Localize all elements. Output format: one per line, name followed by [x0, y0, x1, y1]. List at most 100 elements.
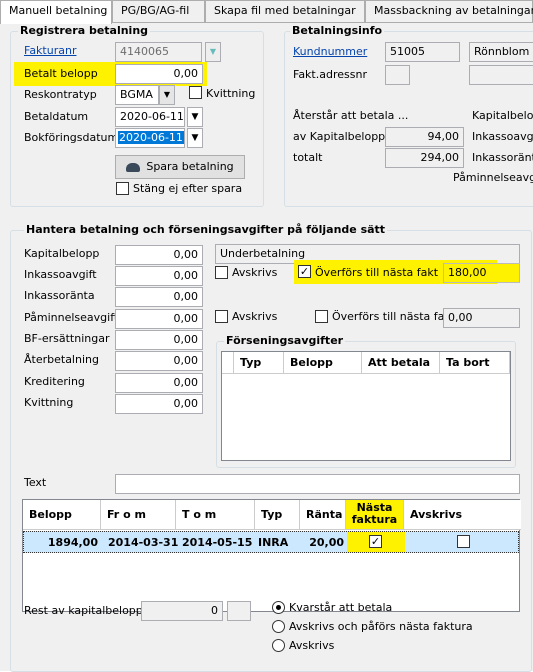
forsening-table[interactable]: Typ Belopp Att betala Ta bort	[221, 351, 511, 461]
info-paminnelseavgift-label: Påminnelseavgi	[453, 171, 533, 184]
av-kapitalbelopp-label: av Kapitalbelopp	[293, 130, 386, 143]
forsening-col-ta-bort[interactable]: Ta bort	[440, 352, 510, 374]
overfors-value[interactable]: 180,00	[443, 263, 520, 283]
grid-col-typ[interactable]: Typ	[255, 500, 300, 530]
row-from: 2014-03-31	[108, 536, 179, 549]
avskrivs2-checkbox[interactable]	[215, 310, 228, 323]
hantera-row-input[interactable]: 0,00	[115, 330, 203, 350]
betaldatum-dropdown-icon[interactable]: ▼	[187, 107, 203, 127]
avskrivs-checkbox[interactable]	[215, 266, 228, 279]
radio-avskrivs-pafors[interactable]	[272, 620, 285, 633]
bokforing-value: 2020-06-11	[118, 131, 184, 144]
hantera-row-input[interactable]: 0,00	[115, 394, 203, 414]
kvittning-label: Kvittning	[206, 87, 256, 100]
tab-pg-bg-ag-fil[interactable]: PG/BG/AG-fil	[112, 0, 205, 22]
tab-skapa-fil[interactable]: Skapa fil med betalningar	[205, 0, 365, 22]
bokforing-label: Bokföringsdatum	[24, 131, 119, 144]
grid-col-ranta[interactable]: Ränta	[300, 500, 346, 530]
hantera-row-label: Kreditering	[24, 375, 85, 388]
fakt-adressnr-field[interactable]	[385, 65, 410, 85]
fakt-adress-field[interactable]	[469, 65, 533, 85]
text-input[interactable]	[115, 474, 520, 494]
aterstar-label: Återstår att betala ...	[293, 109, 409, 122]
bokforing-dropdown-icon[interactable]: ▼	[187, 128, 203, 148]
register-title: Registrera betalning	[18, 24, 151, 37]
row-tom: 2014-05-15	[182, 536, 253, 549]
forsening-rowheader	[222, 352, 234, 374]
row-nasta-faktura-checkbox[interactable]: ✓	[369, 535, 382, 548]
info-inkassoavgift-label: Inkassoavgi	[472, 130, 533, 143]
grid-col-avskrivs[interactable]: Avskrivs	[404, 500, 521, 530]
forsening-col-typ[interactable]: Typ	[234, 352, 284, 374]
fakt-adressnr-label: Fakt.adressnr	[293, 68, 367, 81]
totalt-field[interactable]: 294,00	[385, 148, 464, 168]
hantera-row-label: Påminnelseavgift	[24, 311, 119, 324]
row-belopp: 1894,00	[47, 536, 98, 549]
totalt-label: totalt	[293, 151, 323, 164]
reskontra-select[interactable]: BGMA	[115, 85, 159, 105]
betaldatum-input[interactable]: 2020-06-11	[115, 107, 185, 127]
stang-checkbox[interactable]	[116, 182, 129, 195]
grid-col-from[interactable]: Fr o m	[101, 500, 176, 530]
radio-kvarstar[interactable]	[272, 601, 285, 614]
av-kapitalbelopp-field[interactable]: 94,00	[385, 127, 464, 147]
fakturanr-dropdown-icon[interactable]: ▼	[205, 42, 221, 62]
betaldatum-label: Betaldatum	[24, 110, 89, 123]
betalning-grid[interactable]: Belopp Fr o m T o m Typ Ränta Nästa fakt…	[22, 499, 521, 612]
forsening-col-belopp[interactable]: Belopp	[284, 352, 362, 374]
tab-massbackning[interactable]: Massbackning av betalningar	[365, 0, 533, 22]
hantera-row-input[interactable]: 0,00	[115, 245, 203, 265]
hantera-row-input[interactable]: 0,00	[115, 309, 203, 329]
overfors-label: Överförs till nästa fakt	[315, 266, 439, 279]
text-label: Text	[24, 476, 47, 489]
info-inkassoranta-label: Inkassoränt	[472, 151, 533, 164]
info-title: Betalningsinfo	[290, 24, 385, 37]
avskrivs-label: Avskrivs	[232, 266, 278, 279]
hantera-row-label: BF-ersättningar	[24, 332, 110, 345]
radio-avskrivs-pafors-label: Avskrivs och påförs nästa faktura	[289, 620, 473, 633]
grid-row-1[interactable]: 1894,00 2014-03-31 2014-05-15 INRA 20,00…	[23, 531, 519, 553]
overfors-checkbox[interactable]: ✓	[298, 265, 311, 278]
grid-col-tom[interactable]: T o m	[176, 500, 255, 530]
hantera-row-input[interactable]: 0,00	[115, 373, 203, 393]
rest-extra-field[interactable]	[227, 601, 251, 621]
hantera-row-label: Kvittning	[24, 396, 74, 409]
fakturanr-link[interactable]: Fakturanr	[24, 44, 76, 57]
row-typ: INRA	[258, 536, 289, 549]
forsening-col-att-betala[interactable]: Att betala	[362, 352, 440, 374]
hantera-row-label: Inkassoavgift	[24, 268, 97, 281]
grid-col-nasta-faktura[interactable]: Nästa faktura	[346, 500, 404, 530]
hantera-row-input[interactable]: 0,00	[115, 351, 203, 371]
overfors2-value[interactable]: 0,00	[443, 308, 520, 328]
overfors2-checkbox[interactable]	[315, 310, 328, 323]
spara-betalning-button[interactable]: Spara betalning	[115, 155, 245, 179]
bokforing-input[interactable]: 2020-06-11	[115, 128, 185, 148]
kundnummer-field[interactable]: 51005	[385, 42, 460, 62]
tab-manuell-betalning[interactable]: Manuell betalning	[0, 0, 112, 24]
fakturanr-field[interactable]: 4140065	[115, 42, 202, 62]
grid-col-belopp[interactable]: Belopp	[23, 500, 101, 530]
radio-kvarstar-label: Kvarstår att betala	[289, 601, 393, 614]
hantera-row-label: Kapitalbelopp	[24, 247, 100, 260]
kundnummer-link[interactable]: Kundnummer	[293, 45, 367, 58]
tab-panel: Registrera betalning Fakturanr 4140065 ▼…	[0, 22, 533, 672]
row-ranta: 20,00	[309, 536, 344, 549]
forsening-title: Förseningsavgifter	[224, 334, 346, 347]
avskrivs2-label: Avskrivs	[232, 310, 278, 323]
kvittning-checkbox[interactable]	[189, 86, 202, 99]
hantera-row-input[interactable]: 0,00	[115, 287, 203, 307]
reskontra-dropdown-icon[interactable]: ▼	[159, 85, 175, 105]
radio-avskrivs[interactable]	[272, 639, 285, 652]
stang-label: Stäng ej efter spara	[133, 182, 243, 195]
reskontra-label: Reskontratyp	[24, 88, 97, 101]
hantera-row-input[interactable]: 0,00	[115, 266, 203, 286]
rest-field[interactable]: 0	[141, 601, 223, 621]
hantera-row-label: Inkassoränta	[24, 289, 95, 302]
hantera-title: Hantera betalning och förseningsavgifter…	[24, 223, 388, 236]
row-avskrivs-checkbox[interactable]	[457, 535, 470, 548]
rest-label: Rest av kapitalbelopp	[24, 604, 143, 617]
kundnamn-field[interactable]: Rönnblom Eli	[469, 42, 533, 62]
betalt-belopp-input[interactable]: 0,00	[115, 64, 203, 84]
info-kapitalbelopp-label: Kapitalbelop	[472, 109, 533, 122]
hantera-row-label: Återbetalning	[24, 353, 99, 366]
